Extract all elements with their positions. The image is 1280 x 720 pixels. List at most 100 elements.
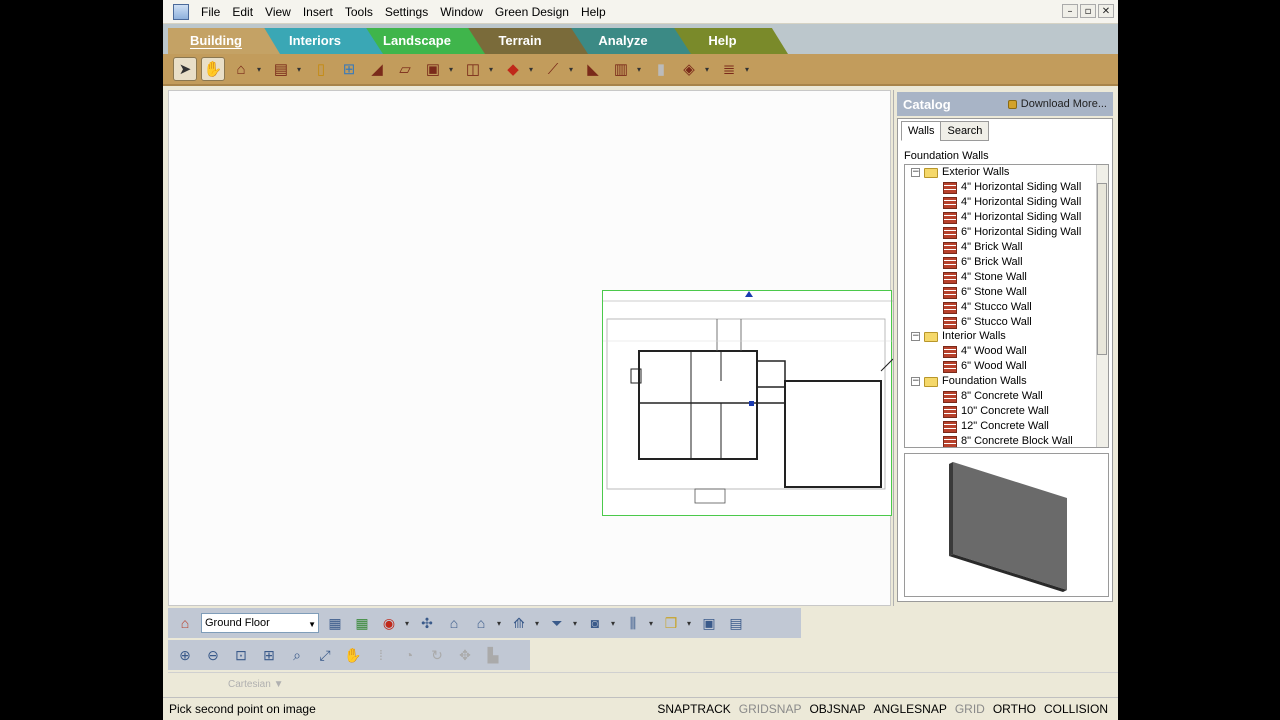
dropdown-arrow-icon[interactable]: ▾ xyxy=(535,619,541,628)
3d-view-icon[interactable]: ◉ xyxy=(378,612,400,634)
snaptrack-toggle[interactable]: SNAPTRACK xyxy=(657,702,730,716)
fit-to-screen-icon[interactable]: ⤢ xyxy=(314,644,336,666)
dropdown-arrow-icon[interactable]: ▾ xyxy=(637,65,645,74)
tree-item[interactable]: 6" Stone Wall xyxy=(943,285,1027,300)
close-icon[interactable]: ✕ xyxy=(1098,4,1114,18)
stairs-icon[interactable]: ◢ xyxy=(365,57,389,81)
objsnap-toggle[interactable]: OBJSNAP xyxy=(809,702,865,716)
tree-item[interactable]: 8" Concrete Block Wall xyxy=(943,434,1073,447)
dropdown-arrow-icon[interactable]: ▾ xyxy=(449,65,457,74)
dropdown-arrow-icon[interactable]: ▾ xyxy=(529,65,537,74)
tree-item[interactable]: 8" Concrete Wall xyxy=(943,389,1043,404)
dropdown-arrow-icon[interactable]: ▾ xyxy=(489,65,497,74)
wall-brick-icon[interactable]: ▤ xyxy=(269,57,293,81)
tree-item[interactable]: 4" Stucco Wall xyxy=(943,300,1032,315)
menu-settings[interactable]: Settings xyxy=(379,0,434,24)
menu-green-design[interactable]: Green Design xyxy=(489,0,575,24)
pan-hand-icon[interactable]: ✋ xyxy=(342,644,364,666)
tree-item[interactable]: 4" Horizontal Siding Wall xyxy=(943,180,1081,195)
menu-view[interactable]: View xyxy=(259,0,297,24)
fence-icon[interactable]: ⫼ xyxy=(622,612,644,634)
roof-icon[interactable]: ◆ xyxy=(501,57,525,81)
select-arrow-icon[interactable]: ➤ xyxy=(173,57,197,81)
restore-icon[interactable]: ▫ xyxy=(1080,4,1096,18)
tree-folder-interior-walls[interactable]: − Interior Walls xyxy=(911,329,1006,344)
tree-folder-exterior-walls[interactable]: − Exterior Walls xyxy=(911,165,1009,180)
tree-item[interactable]: 10" Concrete Wall xyxy=(943,404,1049,419)
floor-house-icon[interactable]: ⌂ xyxy=(174,612,196,634)
roof-view-icon[interactable]: ⟰ xyxy=(508,612,530,634)
tree-item[interactable]: 12" Concrete Wall xyxy=(943,419,1049,434)
home-outline-icon[interactable]: ⌂ xyxy=(443,612,465,634)
rotate-icon[interactable]: ↻ xyxy=(426,644,448,666)
grid-toggle[interactable]: GRID xyxy=(955,702,985,716)
app-icon[interactable] xyxy=(173,3,189,20)
tree-item[interactable]: 6" Stucco Wall xyxy=(943,315,1032,330)
dropdown-arrow-icon[interactable]: ▾ xyxy=(745,65,753,74)
settings-panel-icon[interactable]: ▤ xyxy=(725,612,747,634)
menu-edit[interactable]: Edit xyxy=(226,0,259,24)
show-hide-icon[interactable]: ▣ xyxy=(698,612,720,634)
walk-icon[interactable]: ⁞ xyxy=(370,644,392,666)
dropdown-arrow-icon[interactable]: ▾ xyxy=(497,619,503,628)
deck-icon[interactable]: ▥ xyxy=(609,57,633,81)
tree-item[interactable]: 4" Horizontal Siding Wall xyxy=(943,210,1081,225)
tree-scrollbar[interactable] xyxy=(1096,165,1108,447)
coordinate-mode-select[interactable]: Cartesian ▼ xyxy=(228,679,284,690)
tree-item[interactable]: 4" Stone Wall xyxy=(943,270,1027,285)
tree-item[interactable]: 4" Horizontal Siding Wall xyxy=(943,195,1081,210)
orbit-icon[interactable]: ◔ xyxy=(398,644,420,666)
zoom-in-icon[interactable]: ⊕ xyxy=(174,644,196,666)
2d-view-icon[interactable]: ▦ xyxy=(324,612,346,634)
minimize-icon[interactable]: – xyxy=(1062,4,1078,18)
house-icon[interactable]: ⌂ xyxy=(229,57,253,81)
tab-analyze[interactable]: Analyze xyxy=(571,28,691,54)
dropdown-arrow-icon[interactable]: ▾ xyxy=(297,65,305,74)
dropdown-arrow-icon[interactable]: ▾ xyxy=(257,65,265,74)
dropdown-arrow-icon[interactable]: ▾ xyxy=(573,619,579,628)
tab-landscape[interactable]: Landscape xyxy=(365,28,485,54)
catalog-tree[interactable]: − Exterior Walls 4" Horizontal Siding Wal… xyxy=(904,164,1109,448)
tab-building[interactable]: Building xyxy=(168,28,280,54)
dropdown-arrow-icon[interactable]: ▾ xyxy=(611,619,617,628)
floor-plan-image[interactable] xyxy=(602,290,894,516)
tab-search[interactable]: Search xyxy=(940,121,990,141)
dropdown-arrow-icon[interactable]: ▾ xyxy=(405,619,411,628)
tab-terrain[interactable]: Terrain xyxy=(468,28,588,54)
zoom-out-icon[interactable]: ⊖ xyxy=(202,644,224,666)
tab-walls[interactable]: Walls xyxy=(901,121,942,141)
cube-icon[interactable]: ❒ xyxy=(660,612,682,634)
download-more-link[interactable]: Download More... xyxy=(1007,98,1107,110)
collision-toggle[interactable]: COLLISION xyxy=(1044,702,1108,716)
tree-item[interactable]: 4" Brick Wall xyxy=(943,240,1023,255)
tree-item[interactable]: 4" Wood Wall xyxy=(943,344,1027,359)
menu-tools[interactable]: Tools xyxy=(339,0,379,24)
home-view-icon[interactable]: ⌂ xyxy=(470,612,492,634)
gridsnap-toggle[interactable]: GRIDSNAP xyxy=(739,702,802,716)
menu-file[interactable]: File xyxy=(195,0,226,24)
dropdown-arrow-icon[interactable]: ▾ xyxy=(705,65,713,74)
zoom-extents-icon[interactable]: ⊡ xyxy=(230,644,252,666)
tab-interiors[interactable]: Interiors xyxy=(263,28,383,54)
dropdown-arrow-icon[interactable]: ▾ xyxy=(687,619,693,628)
dropdown-arrow-icon[interactable]: ▾ xyxy=(569,65,577,74)
anglesnap-toggle[interactable]: ANGLESNAP xyxy=(873,702,946,716)
dropdown-arrow-icon[interactable]: ▾ xyxy=(649,619,655,628)
menu-window[interactable]: Window xyxy=(434,0,489,24)
window-icon[interactable]: ⊞ xyxy=(337,57,361,81)
scrollbar-thumb[interactable] xyxy=(1097,183,1107,355)
zoom-icon[interactable]: ⌕ xyxy=(286,644,308,666)
material-paint-icon[interactable]: ◈ xyxy=(677,57,701,81)
funnel-icon[interactable]: ⏷ xyxy=(546,612,568,634)
ortho-toggle[interactable]: ORTHO xyxy=(993,702,1036,716)
tree-item[interactable]: 6" Brick Wall xyxy=(943,255,1023,270)
column-icon[interactable]: ▮ xyxy=(649,57,673,81)
railing-icon[interactable]: ⟋ xyxy=(541,57,565,81)
2d-plan-icon[interactable]: ▦ xyxy=(351,612,373,634)
zoom-window-icon[interactable]: ⊞ xyxy=(258,644,280,666)
hand-pointer-icon[interactable]: ✋ xyxy=(201,57,225,81)
tab-help[interactable]: Help xyxy=(673,28,788,54)
tree-item[interactable]: 6" Horizontal Siding Wall xyxy=(943,225,1081,240)
tree-folder-foundation-walls[interactable]: − Foundation Walls xyxy=(911,374,1027,389)
menu-help[interactable]: Help xyxy=(575,0,612,24)
